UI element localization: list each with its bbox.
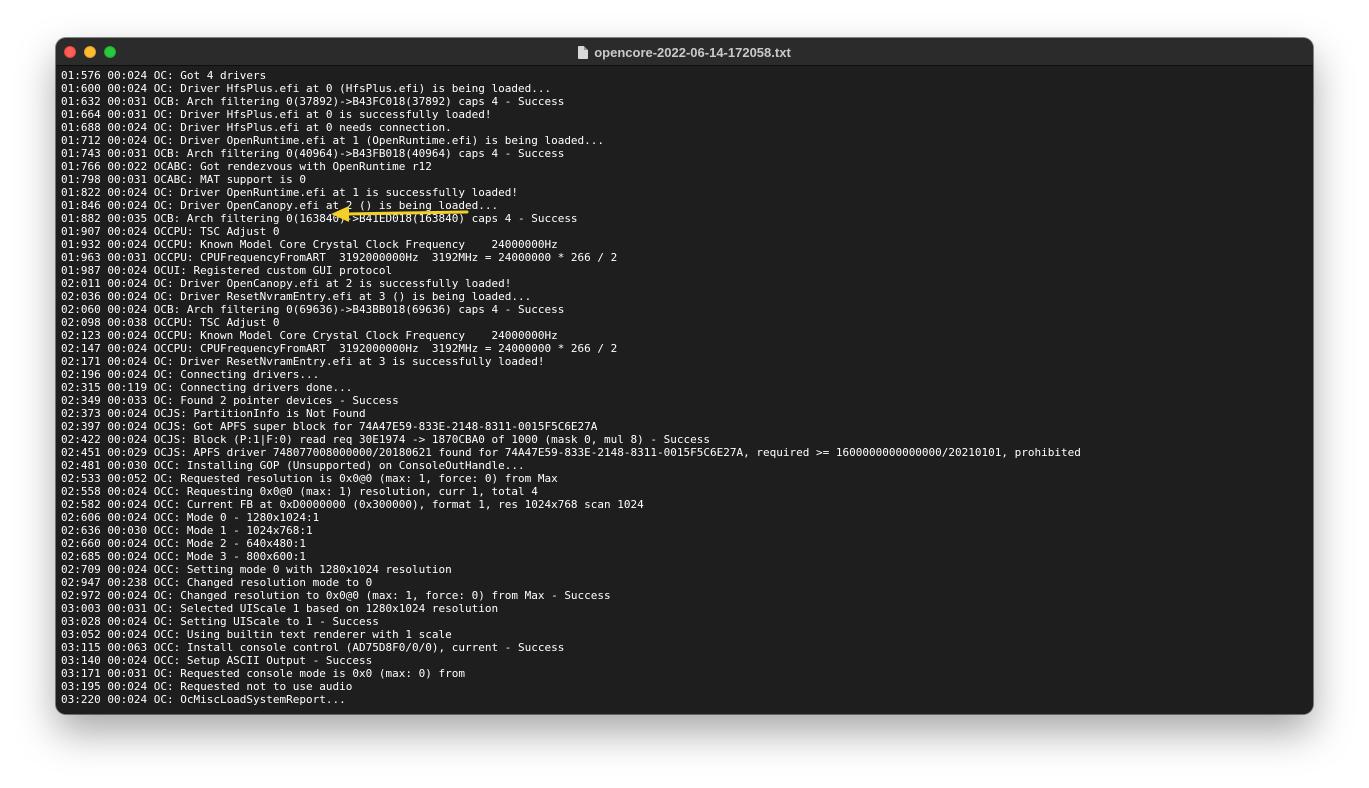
window-title: opencore-2022-06-14-172058.txt — [594, 44, 791, 60]
log-line: 01:822 00:024 OC: Driver OpenRuntime.efi… — [61, 186, 518, 199]
log-line: 02:011 00:024 OC: Driver OpenCanopy.efi … — [61, 277, 512, 290]
log-line: 02:196 00:024 OC: Connecting drivers... — [61, 368, 320, 381]
log-line: 02:947 00:238 OCC: Changed resolution mo… — [61, 576, 373, 589]
log-line: 02:098 00:038 OCCPU: TSC Adjust 0 — [61, 316, 280, 329]
log-line: 02:636 00:030 OCC: Mode 1 - 1024x768:1 — [61, 524, 313, 537]
log-line: 01:743 00:031 OCB: Arch filtering 0(4096… — [61, 147, 565, 160]
log-line: 01:600 00:024 OC: Driver HfsPlus.efi at … — [61, 82, 552, 95]
log-line: 03:171 00:031 OC: Requested console mode… — [61, 667, 465, 680]
log-line: 03:140 00:024 OCC: Setup ASCII Output - … — [61, 654, 373, 667]
document-icon — [578, 45, 589, 59]
log-line: 03:195 00:024 OC: Requested not to use a… — [61, 680, 353, 693]
log-line: 01:576 00:024 OC: Got 4 drivers — [61, 69, 267, 82]
log-line: 01:712 00:024 OC: Driver OpenRuntime.efi… — [61, 134, 605, 147]
title-bar[interactable]: opencore-2022-06-14-172058.txt — [56, 38, 1313, 66]
log-line: 02:397 00:024 OCJS: Got APFS super block… — [61, 420, 598, 433]
log-line: 01:907 00:024 OCCPU: TSC Adjust 0 — [61, 225, 280, 238]
log-line: 01:688 00:024 OC: Driver HfsPlus.efi at … — [61, 121, 452, 134]
log-line: 02:422 00:024 OCJS: Block (P:1|F:0) read… — [61, 433, 711, 446]
log-line: 01:932 00:024 OCCPU: Known Model Core Cr… — [61, 238, 558, 251]
log-line: 02:147 00:024 OCCPU: CPUFrequencyFromART… — [61, 342, 618, 355]
log-line: 03:052 00:024 OCC: Using builtin text re… — [61, 628, 452, 641]
log-line: 03:028 00:024 OC: Setting UIScale to 1 -… — [61, 615, 379, 628]
text-editor-window: opencore-2022-06-14-172058.txt 01:551 00… — [56, 38, 1313, 714]
text-content-area[interactable]: 01:551 00:024 OC: AVX enabled - 101:576 … — [56, 67, 1313, 714]
log-line: 03:115 00:063 OCC: Install console contr… — [61, 641, 565, 654]
log-text[interactable]: 01:551 00:024 OC: AVX enabled - 101:576 … — [61, 67, 1081, 706]
annotation-arrow-icon — [331, 206, 469, 222]
log-line: 02:060 00:024 OCB: Arch filtering 0(6963… — [61, 303, 565, 316]
log-line: 02:533 00:052 OC: Requested resolution i… — [61, 472, 558, 485]
log-line: 01:846 00:024 OC: Driver OpenCanopy.efi … — [61, 199, 499, 212]
log-line: 02:582 00:024 OCC: Current FB at 0xD0000… — [61, 498, 644, 511]
log-line: 02:036 00:024 OC: Driver ResetNvramEntry… — [61, 290, 532, 303]
log-line: 02:123 00:024 OCCPU: Known Model Core Cr… — [61, 329, 558, 342]
log-line: 02:171 00:024 OC: Driver ResetNvramEntry… — [61, 355, 545, 368]
log-line: 02:451 00:029 OCJS: APFS driver 74807700… — [61, 446, 1081, 459]
log-line: 01:882 00:035 OCB: Arch filtering 0(1638… — [61, 212, 578, 225]
log-line: 02:606 00:024 OCC: Mode 0 - 1280x1024:1 — [61, 511, 320, 524]
log-line: 01:798 00:031 OCABC: MAT support is 0 — [61, 173, 307, 186]
log-line: 01:632 00:031 OCB: Arch filtering 0(3789… — [61, 95, 565, 108]
log-line: 02:315 00:119 OC: Connecting drivers don… — [61, 381, 353, 394]
log-line: 02:685 00:024 OCC: Mode 3 - 800x600:1 — [61, 550, 307, 563]
log-line: 02:660 00:024 OCC: Mode 2 - 640x480:1 — [61, 537, 307, 550]
log-line: 02:709 00:024 OCC: Setting mode 0 with 1… — [61, 563, 452, 576]
log-line: 01:963 00:031 OCCPU: CPUFrequencyFromART… — [61, 251, 618, 264]
log-line: 01:987 00:024 OCUI: Registered custom GU… — [61, 264, 393, 277]
log-line: 01:766 00:022 OCABC: Got rendezvous with… — [61, 160, 432, 173]
log-line: 02:373 00:024 OCJS: PartitionInfo is Not… — [61, 407, 366, 420]
log-line: 02:481 00:030 OCC: Installing GOP (Unsup… — [61, 459, 525, 472]
window-title-container: opencore-2022-06-14-172058.txt — [56, 38, 1313, 66]
log-line: 03:220 00:024 OC: OcMiscLoadSystemReport… — [61, 693, 346, 706]
log-line: 02:972 00:024 OC: Changed resolution to … — [61, 589, 611, 602]
log-line: 03:003 00:031 OC: Selected UIScale 1 bas… — [61, 602, 499, 615]
log-line: 01:664 00:031 OC: Driver HfsPlus.efi at … — [61, 108, 492, 121]
log-line: 02:558 00:024 OCC: Requesting 0x0@0 (max… — [61, 485, 538, 498]
log-line: 02:349 00:033 OC: Found 2 pointer device… — [61, 394, 399, 407]
